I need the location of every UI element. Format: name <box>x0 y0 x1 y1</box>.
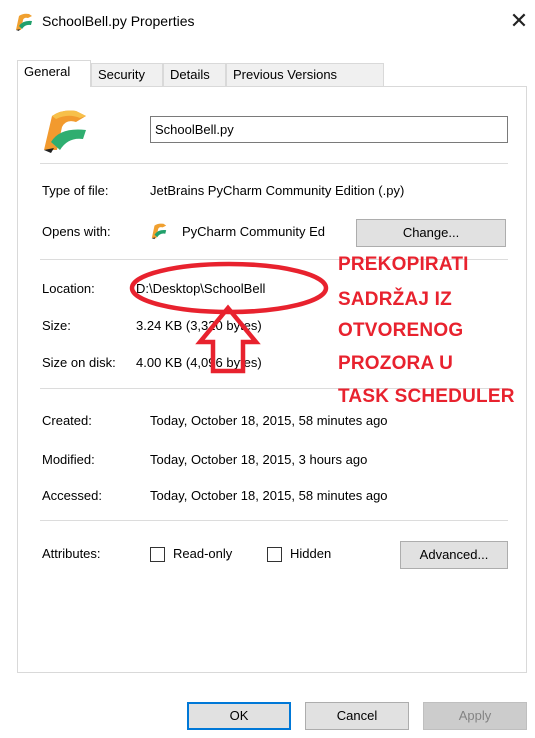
created-label: Created: <box>42 413 92 428</box>
file-name-input[interactable]: SchoolBell.py <box>150 116 508 143</box>
tab-details[interactable]: Details <box>163 63 226 86</box>
ok-button[interactable]: OK <box>187 702 291 730</box>
tab-general[interactable]: General <box>17 60 91 87</box>
general-panel <box>17 86 527 673</box>
change-button[interactable]: Change... <box>356 219 506 247</box>
close-icon[interactable]: ✕ <box>506 8 532 34</box>
annotation-line: OTVORENOG <box>338 320 464 341</box>
accessed-label: Accessed: <box>42 488 102 503</box>
annotation-line: SADRŽAJ IZ <box>338 289 452 310</box>
title-bar: SchoolBell.py Properties ✕ <box>0 0 535 44</box>
tab-security[interactable]: Security <box>91 63 163 86</box>
hidden-label: Hidden <box>290 546 332 561</box>
location-value[interactable]: D:\Desktop\SchoolBell <box>136 281 265 296</box>
size-on-disk-value: 4.00 KB (4,096 bytes) <box>136 355 262 370</box>
size-label: Size: <box>42 318 71 333</box>
opens-with-value: PyCharm Community Ed <box>182 224 326 239</box>
separator <box>40 520 508 521</box>
location-label: Location: <box>42 281 95 296</box>
read-only-label: Read-only <box>173 546 233 561</box>
modified-value: Today, October 18, 2015, 3 hours ago <box>150 452 368 467</box>
hidden-checkbox[interactable] <box>267 547 282 562</box>
size-on-disk-label: Size on disk: <box>42 355 116 370</box>
type-of-file-label: Type of file: <box>42 183 109 198</box>
annotation-line: PROZORA U <box>338 353 454 374</box>
annotation-line: TASK SCHEDULER <box>338 386 515 407</box>
pycharm-icon <box>16 13 32 31</box>
separator <box>40 163 508 164</box>
created-value: Today, October 18, 2015, 58 minutes ago <box>150 413 388 428</box>
modified-label: Modified: <box>42 452 95 467</box>
opens-with-label: Opens with: <box>42 224 111 239</box>
attributes-label: Attributes: <box>42 546 101 561</box>
pycharm-icon <box>151 223 167 240</box>
type-of-file-value: JetBrains PyCharm Community Edition (.py… <box>150 183 405 198</box>
pycharm-file-icon <box>44 110 86 153</box>
annotation-line: PREKOPIRATI <box>338 254 469 275</box>
size-value: 3.24 KB (3,320 bytes) <box>136 318 262 333</box>
apply-button[interactable]: Apply <box>423 702 527 730</box>
window-title: SchoolBell.py Properties <box>42 13 195 29</box>
cancel-button[interactable]: Cancel <box>305 702 409 730</box>
read-only-checkbox[interactable] <box>150 547 165 562</box>
advanced-button[interactable]: Advanced... <box>400 541 508 569</box>
accessed-value: Today, October 18, 2015, 58 minutes ago <box>150 488 388 503</box>
tab-previous-versions[interactable]: Previous Versions <box>226 63 384 86</box>
